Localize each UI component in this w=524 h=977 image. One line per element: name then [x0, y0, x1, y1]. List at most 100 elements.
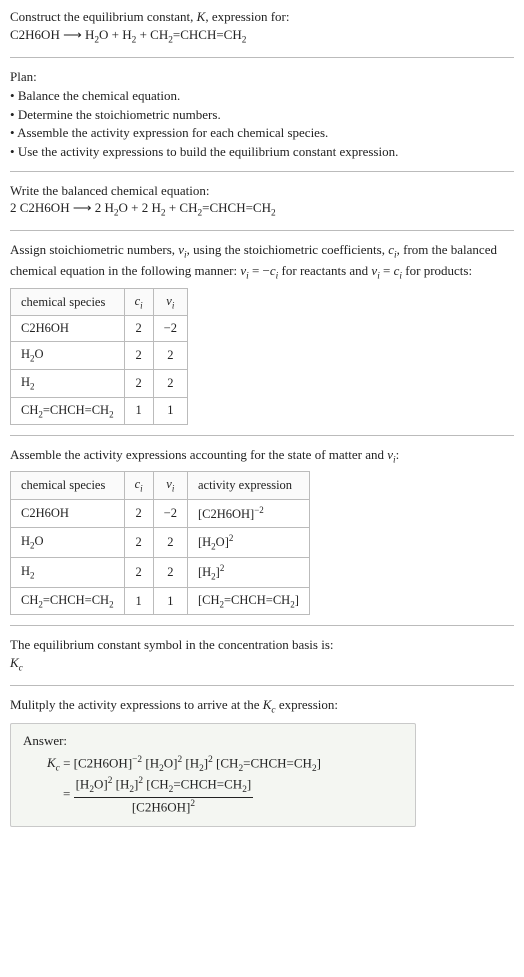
ci-cell: 1: [124, 587, 153, 615]
species-cell: CH2=CHCH=CH2: [11, 397, 125, 425]
vi-cell: 1: [153, 397, 187, 425]
eq-rhs-1: H: [85, 27, 94, 42]
col-ci: ci: [124, 288, 153, 316]
stoich-eq1: = −: [249, 263, 270, 278]
ae: [CH: [198, 593, 220, 607]
sp: H: [21, 564, 30, 578]
intro-text-1: Construct the equilibrium constant,: [10, 9, 197, 24]
stoich-block: Assign stoichiometric numbers, νi, using…: [10, 241, 514, 425]
eq-sub: 2: [109, 409, 114, 419]
stoich-text-5: for products:: [402, 263, 472, 278]
plan-block: Plan: Balance the chemical equation. Det…: [10, 68, 514, 161]
activity-cell: [H2O]2: [187, 528, 309, 558]
vi-cell: 1: [153, 587, 187, 615]
basis-text: The equilibrium constant symbol in the c…: [10, 636, 514, 654]
sp: =CHCH=CH: [43, 593, 109, 607]
stoich-table: chemical species ci νi C2H6OH 2 −2 H2O 2…: [10, 288, 188, 425]
num: O]: [94, 777, 108, 792]
i-sub: i: [140, 300, 143, 310]
fraction-denominator: [C2H6OH]2: [74, 797, 254, 816]
eq-rhs-3: + CH: [136, 27, 168, 42]
sp: O: [35, 534, 44, 548]
eq-sub: 2: [271, 209, 276, 219]
plan-item: Use the activity expressions to build th…: [10, 143, 514, 161]
col-ci: ci: [124, 472, 153, 500]
stoich-text-4: for reactants and: [278, 263, 371, 278]
plan-item: Determine the stoichiometric numbers.: [10, 106, 514, 124]
vi-cell: 2: [153, 342, 187, 370]
plan-item: Assemble the activity expression for eac…: [10, 124, 514, 142]
balanced-block: Write the balanced chemical equation: 2 …: [10, 182, 514, 221]
eq-sign: =: [63, 787, 74, 802]
activity-text-2: :: [396, 447, 400, 462]
stoich-eq2: =: [380, 263, 394, 278]
table-row: C2H6OH 2 −2: [11, 316, 188, 342]
multiply-text-1: Mulitply the activity expressions to arr…: [10, 697, 263, 712]
eq-sub: 2: [242, 35, 247, 45]
table-header-row: chemical species ci νi: [11, 288, 188, 316]
species-cell: C2H6OH: [11, 316, 125, 342]
bal-2: O + 2 H: [119, 200, 161, 215]
num: [CH: [143, 777, 169, 792]
ae: [H: [198, 535, 211, 549]
vi-cell: −2: [153, 316, 187, 342]
eq-lhs: C2H6OH: [10, 27, 60, 42]
table-row: H2O 2 2: [11, 342, 188, 370]
col-activity: activity expression: [187, 472, 309, 500]
activity-cell: [CH2=CHCH=CH2]: [187, 587, 309, 615]
species-cell: H2O: [11, 342, 125, 370]
ci-cell: 2: [124, 316, 153, 342]
ae-exp: 2: [220, 563, 225, 573]
species-cell: C2H6OH: [11, 500, 125, 528]
vi-cell: 2: [153, 369, 187, 397]
ans: [H: [142, 755, 159, 770]
num: [H: [112, 777, 129, 792]
intro-equation: C2H6OH ⟶ H2O + H2 + CH2=CHCH=CH2: [10, 27, 246, 42]
fraction-numerator: [H2O]2 [H2]2 [CH2=CHCH=CH2]: [74, 775, 254, 797]
ci-cell: 2: [124, 342, 153, 370]
species-cell: H2O: [11, 528, 125, 558]
den: [C2H6OH]: [132, 799, 191, 814]
plan-list: Balance the chemical equation. Determine…: [10, 87, 514, 160]
eq-rhs-4: =CHCH=CH: [173, 27, 242, 42]
ci-cell: 2: [124, 500, 153, 528]
ae: =CHCH=CH: [224, 593, 290, 607]
sp: CH: [21, 593, 38, 607]
ans: [CH: [213, 755, 239, 770]
exp: 2: [190, 799, 195, 809]
sp: H: [21, 375, 30, 389]
num: =CHCH=CH: [173, 777, 242, 792]
species-cell: H2: [11, 557, 125, 587]
i-sub: i: [172, 300, 175, 310]
answer-label: Answer:: [23, 732, 403, 750]
ans: [H: [182, 755, 199, 770]
multiply-text-2: expression:: [276, 697, 338, 712]
ci-cell: 2: [124, 557, 153, 587]
ae: [C2H6OH]: [198, 507, 254, 521]
sp: H: [21, 534, 30, 548]
col-vi: νi: [153, 288, 187, 316]
eq-rhs-2: O + H: [99, 27, 132, 42]
answer-box: Answer: Kc = [C2H6OH]−2 [H2O]2 [H2]2 [CH…: [10, 723, 416, 827]
divider: [10, 625, 514, 626]
sp: O: [35, 347, 44, 361]
i-sub: i: [172, 484, 175, 494]
table-row: H2 2 2 [H2]2: [11, 557, 310, 587]
divider: [10, 171, 514, 172]
balanced-title: Write the balanced chemical equation:: [10, 182, 514, 200]
table-row: C2H6OH 2 −2 [C2H6OH]−2: [11, 500, 310, 528]
intro-text-2: , expression for:: [205, 9, 289, 24]
vi-cell: 2: [153, 528, 187, 558]
activity-table: chemical species ci νi activity expressi…: [10, 471, 310, 615]
ae: ]: [295, 593, 299, 607]
col-species: chemical species: [11, 288, 125, 316]
multiply-block: Mulitply the activity expressions to arr…: [10, 696, 514, 717]
sp: H: [21, 347, 30, 361]
sp: CH: [21, 403, 38, 417]
intro-block: Construct the equilibrium constant, K, e…: [10, 8, 514, 47]
ans: ]: [317, 755, 321, 770]
activity-block: Assemble the activity expressions accoun…: [10, 446, 514, 615]
basis-block: The equilibrium constant symbol in the c…: [10, 636, 514, 675]
ae: [H: [198, 565, 211, 579]
ae: O]: [216, 535, 229, 549]
